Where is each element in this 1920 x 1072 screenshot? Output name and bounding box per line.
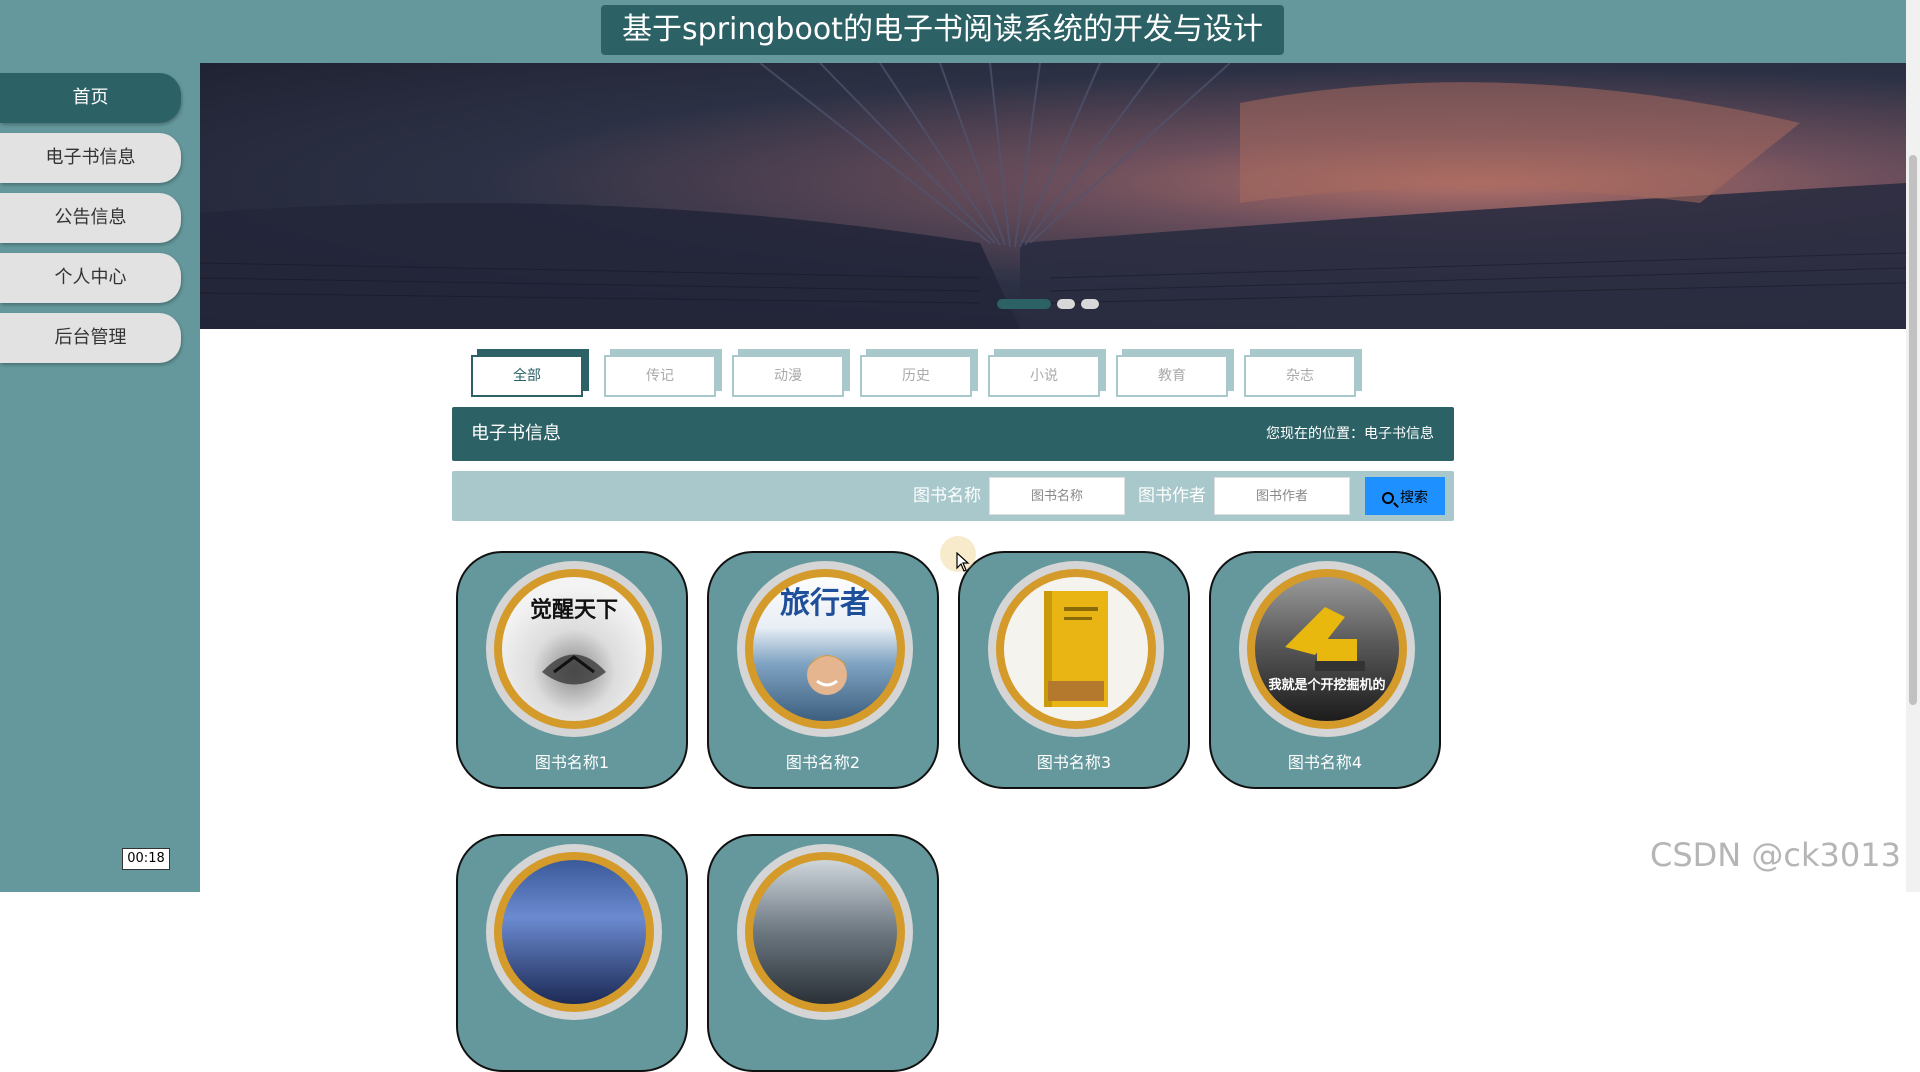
book-cover-frame	[486, 844, 662, 1020]
book-name: 图书名称4	[1287, 753, 1363, 772]
book-cover-frame: 觉醒天下	[486, 561, 662, 737]
carousel-dot-3[interactable]	[1081, 299, 1099, 309]
book-cover-frame: 旅行者	[737, 561, 913, 737]
page-scrollbar[interactable]	[1906, 0, 1920, 892]
book-name-input[interactable]	[989, 477, 1125, 515]
search-button-label: 搜索	[1400, 489, 1428, 505]
cover-text-2: 旅行者	[780, 586, 870, 621]
tab-anime[interactable]: 动漫	[732, 355, 844, 397]
book-cover-frame	[988, 561, 1164, 737]
cover-art-4: 我就是个开挖掘机的	[1268, 607, 1386, 693]
top-bar: 基于springboot的电子书阅读系统的开发与设计	[0, 0, 1906, 63]
banner-carousel[interactable]	[200, 63, 1906, 329]
tab-education[interactable]: 教育	[1116, 355, 1228, 397]
cover-art-2: 旅行者	[780, 586, 870, 695]
book-cover-image: 旅行者	[745, 569, 905, 729]
cover-text-1: 觉醒天下	[530, 597, 618, 623]
book-cover-image	[494, 852, 654, 1012]
mouse-cursor	[940, 536, 976, 572]
scrollbar-thumb[interactable]	[1909, 155, 1917, 705]
cover-text-4: 我就是个开挖掘机的	[1268, 677, 1385, 693]
book-card[interactable]: 我就是个开挖掘机的 图书名称4	[1209, 551, 1441, 789]
book-cover-image	[996, 569, 1156, 729]
tab-all[interactable]: 全部	[471, 355, 583, 397]
book-cover-frame: 我就是个开挖掘机的	[1239, 561, 1415, 737]
carousel-dot-2[interactable]	[1057, 299, 1075, 309]
book-card[interactable]: 觉醒天下 图书名称1	[456, 551, 688, 789]
recording-timer: 00:18	[122, 848, 170, 870]
watermark: CSDN @ck3013	[1650, 836, 1901, 874]
cursor-arrow-icon	[956, 552, 970, 572]
book-name: 图书名称1	[534, 753, 610, 772]
tab-biography[interactable]: 传记	[604, 355, 716, 397]
nav-item-announcements[interactable]: 公告信息	[0, 193, 181, 243]
page-title: 基于springboot的电子书阅读系统的开发与设计	[601, 5, 1284, 55]
nav-item-ebooks[interactable]: 电子书信息	[0, 133, 181, 183]
book-author-input[interactable]	[1214, 477, 1350, 515]
book-cover-image: 觉醒天下	[494, 569, 654, 729]
book-card[interactable]	[707, 834, 939, 1072]
nav-item-home[interactable]: 首页	[0, 73, 181, 123]
book-cover-image: 我就是个开挖掘机的	[1247, 569, 1407, 729]
book-card[interactable]	[456, 834, 688, 1072]
book-cover-image	[745, 852, 905, 1012]
book-name-label: 图书名称	[913, 486, 981, 506]
nav-item-personal-center[interactable]: 个人中心	[0, 253, 181, 303]
tab-novel[interactable]: 小说	[988, 355, 1100, 397]
tab-history[interactable]: 历史	[860, 355, 972, 397]
search-icon	[1382, 492, 1394, 504]
book-name: 图书名称2	[785, 753, 861, 772]
book-card[interactable]: 旅行者 图书名称2	[707, 551, 939, 789]
open-book-image	[200, 63, 1906, 329]
search-bar: 图书名称 图书作者 搜索	[452, 471, 1454, 521]
cover-art-1: 觉醒天下	[530, 597, 618, 685]
book-card[interactable]: 图书名称3	[958, 551, 1190, 789]
section-header: 电子书信息 您现在的位置：电子书信息	[452, 407, 1454, 461]
carousel-dot-1[interactable]	[997, 299, 1051, 309]
sidebar: 首页 电子书信息 公告信息 个人中心 后台管理	[0, 63, 200, 892]
cover-art-3	[1044, 591, 1108, 707]
section-title: 电子书信息	[471, 423, 561, 444]
book-cover-frame	[737, 844, 913, 1020]
book-author-label: 图书作者	[1138, 486, 1206, 506]
nav-item-admin[interactable]: 后台管理	[0, 313, 181, 363]
search-button[interactable]: 搜索	[1365, 477, 1445, 515]
book-name: 图书名称3	[1036, 753, 1112, 772]
breadcrumb: 您现在的位置：电子书信息	[1266, 426, 1434, 442]
tab-magazine[interactable]: 杂志	[1244, 355, 1356, 397]
